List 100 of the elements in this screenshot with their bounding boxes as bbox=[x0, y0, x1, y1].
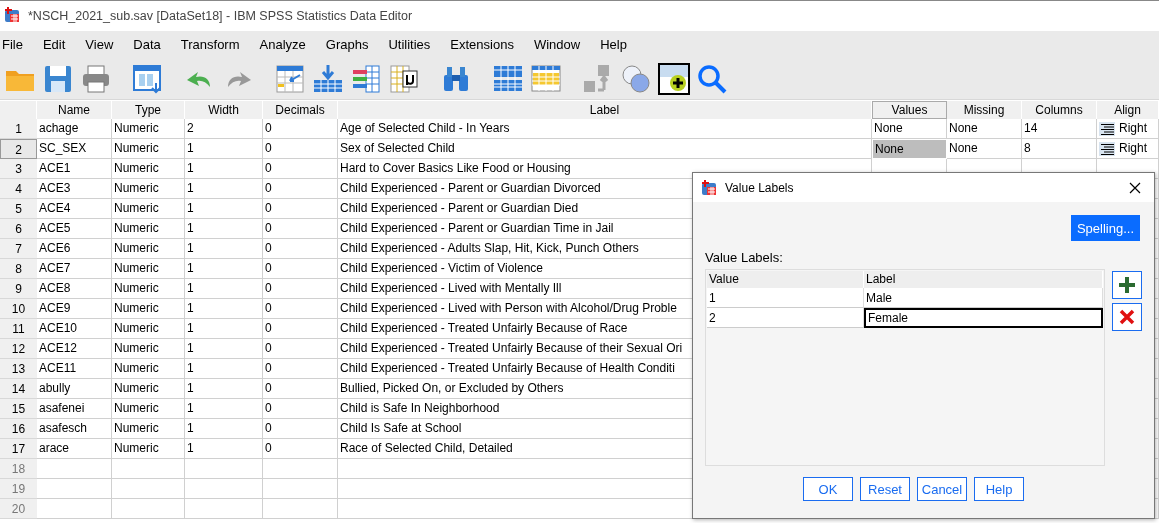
print-icon[interactable] bbox=[80, 62, 112, 95]
row-number[interactable]: 3 bbox=[0, 159, 37, 179]
table-cell[interactable]: 0 bbox=[263, 139, 338, 159]
menu-item[interactable]: Extensions bbox=[450, 37, 514, 52]
table-cell[interactable]: abully bbox=[37, 379, 112, 399]
table-cell[interactable]: Numeric bbox=[112, 239, 185, 259]
table-cell[interactable]: asafenei bbox=[37, 399, 112, 419]
table-cell[interactable]: 0 bbox=[263, 179, 338, 199]
table-cell[interactable]: Female bbox=[864, 308, 1103, 328]
table-cell[interactable]: arace bbox=[37, 439, 112, 459]
empty-cell[interactable] bbox=[112, 499, 185, 519]
menu-item[interactable]: Analyze bbox=[259, 37, 306, 52]
table-cell[interactable]: Sex of Selected Child bbox=[338, 139, 872, 159]
table-cell[interactable]: 8 bbox=[1022, 139, 1097, 159]
column-header[interactable]: Missing bbox=[947, 101, 1022, 119]
column-header[interactable]: Align bbox=[1097, 101, 1159, 119]
table-cell[interactable]: 1 bbox=[185, 299, 263, 319]
menu-item[interactable]: Edit bbox=[42, 37, 66, 52]
menu-item[interactable]: Utilities bbox=[388, 37, 431, 52]
empty-cell[interactable] bbox=[185, 479, 263, 499]
close-icon[interactable] bbox=[1128, 180, 1142, 195]
table-cell[interactable]: ACE10 bbox=[37, 319, 112, 339]
table-cell[interactable]: 0 bbox=[263, 259, 338, 279]
table-cell[interactable]: 2 bbox=[707, 308, 864, 328]
row-number[interactable]: 7 bbox=[0, 239, 37, 259]
row-number[interactable]: 1 bbox=[0, 119, 37, 139]
row-number[interactable]: 16 bbox=[0, 419, 37, 439]
row-number[interactable]: 8 bbox=[0, 259, 37, 279]
dialog-button[interactable]: OK bbox=[803, 477, 853, 501]
table-cell[interactable]: Numeric bbox=[112, 299, 185, 319]
menu-item[interactable]: Data bbox=[133, 37, 161, 52]
table-cell[interactable]: None bbox=[872, 139, 947, 159]
row-number[interactable]: 20 bbox=[0, 499, 37, 519]
table-cell[interactable]: ACE4 bbox=[37, 199, 112, 219]
spelling-button[interactable]: Spelling... bbox=[1070, 215, 1140, 241]
table-cell[interactable]: asafesch bbox=[37, 419, 112, 439]
split-file-icon[interactable] bbox=[388, 62, 420, 95]
table-cell[interactable]: Numeric bbox=[112, 279, 185, 299]
table-cell[interactable]: 1 bbox=[185, 359, 263, 379]
row-number[interactable]: 4 bbox=[0, 179, 37, 199]
table-cell[interactable]: 1 bbox=[185, 399, 263, 419]
dialog-button[interactable]: Cancel bbox=[917, 477, 967, 501]
table-cell[interactable]: 0 bbox=[263, 379, 338, 399]
row-number[interactable]: 10 bbox=[0, 299, 37, 319]
table-cell[interactable]: None bbox=[947, 119, 1022, 139]
table-cell[interactable]: 0 bbox=[263, 319, 338, 339]
delete-button[interactable] bbox=[1112, 303, 1142, 331]
menu-item[interactable]: View bbox=[85, 37, 114, 52]
row-number[interactable]: 13 bbox=[0, 359, 37, 379]
table-cell[interactable]: 0 bbox=[263, 119, 338, 139]
table-cell[interactable]: Numeric bbox=[112, 339, 185, 359]
dialog-button[interactable]: Help bbox=[974, 477, 1024, 501]
dialog-recall-icon[interactable] bbox=[132, 62, 164, 95]
empty-cell[interactable] bbox=[263, 479, 338, 499]
table-cell[interactable]: SC_SEX bbox=[37, 139, 112, 159]
row-number[interactable]: 17 bbox=[0, 439, 37, 459]
table-cell[interactable]: 0 bbox=[263, 359, 338, 379]
table-cell[interactable]: 0 bbox=[263, 159, 338, 179]
venn-circles-icon[interactable] bbox=[620, 62, 652, 95]
goto-case-icon[interactable] bbox=[274, 62, 306, 95]
table-cell[interactable]: Age of Selected Child - In Years bbox=[338, 119, 872, 139]
table-cell[interactable]: 0 bbox=[263, 399, 338, 419]
empty-cell[interactable] bbox=[185, 499, 263, 519]
table-cell[interactable]: ACE3 bbox=[37, 179, 112, 199]
column-header[interactable]: Name bbox=[37, 101, 112, 119]
empty-cell[interactable] bbox=[112, 459, 185, 479]
row-number[interactable]: 5 bbox=[0, 199, 37, 219]
row-number[interactable]: 2 bbox=[0, 139, 37, 159]
table-cell[interactable]: 1 bbox=[185, 159, 263, 179]
table-cell[interactable]: ACE9 bbox=[37, 299, 112, 319]
table-cell[interactable]: 1 bbox=[185, 439, 263, 459]
table-cell[interactable]: achage bbox=[37, 119, 112, 139]
column-header[interactable]: Values bbox=[872, 101, 947, 119]
table-cell[interactable]: Numeric bbox=[112, 139, 185, 159]
table-cell[interactable]: 1 bbox=[185, 259, 263, 279]
table-cell[interactable]: 1 bbox=[185, 319, 263, 339]
row-number[interactable]: 14 bbox=[0, 379, 37, 399]
table-cell[interactable]: 0 bbox=[263, 199, 338, 219]
table-cell[interactable]: 0 bbox=[263, 339, 338, 359]
table-cell[interactable]: Numeric bbox=[112, 319, 185, 339]
row-number[interactable]: 9 bbox=[0, 279, 37, 299]
table-cell[interactable]: Male bbox=[864, 288, 1103, 308]
table-cell[interactable]: 0 bbox=[263, 419, 338, 439]
empty-cell[interactable] bbox=[185, 459, 263, 479]
table-cell[interactable]: 1 bbox=[185, 139, 263, 159]
table-cell[interactable]: Numeric bbox=[112, 159, 185, 179]
menu-item[interactable]: File bbox=[2, 37, 23, 52]
table-cell[interactable]: 1 bbox=[707, 288, 864, 308]
table-cell[interactable]: Numeric bbox=[112, 119, 185, 139]
table-cell[interactable]: ACE5 bbox=[37, 219, 112, 239]
menu-item[interactable]: Transform bbox=[180, 37, 240, 52]
table-cell[interactable]: 14 bbox=[1022, 119, 1097, 139]
table-cell[interactable]: 0 bbox=[263, 219, 338, 239]
table-cell[interactable]: 0 bbox=[263, 239, 338, 259]
table-cell[interactable]: 0 bbox=[263, 279, 338, 299]
empty-cell[interactable] bbox=[112, 479, 185, 499]
table-cell[interactable]: 1 bbox=[185, 219, 263, 239]
table-cell[interactable]: Numeric bbox=[112, 419, 185, 439]
table-cell[interactable]: 1 bbox=[185, 379, 263, 399]
table-cell[interactable]: ACE1 bbox=[37, 159, 112, 179]
